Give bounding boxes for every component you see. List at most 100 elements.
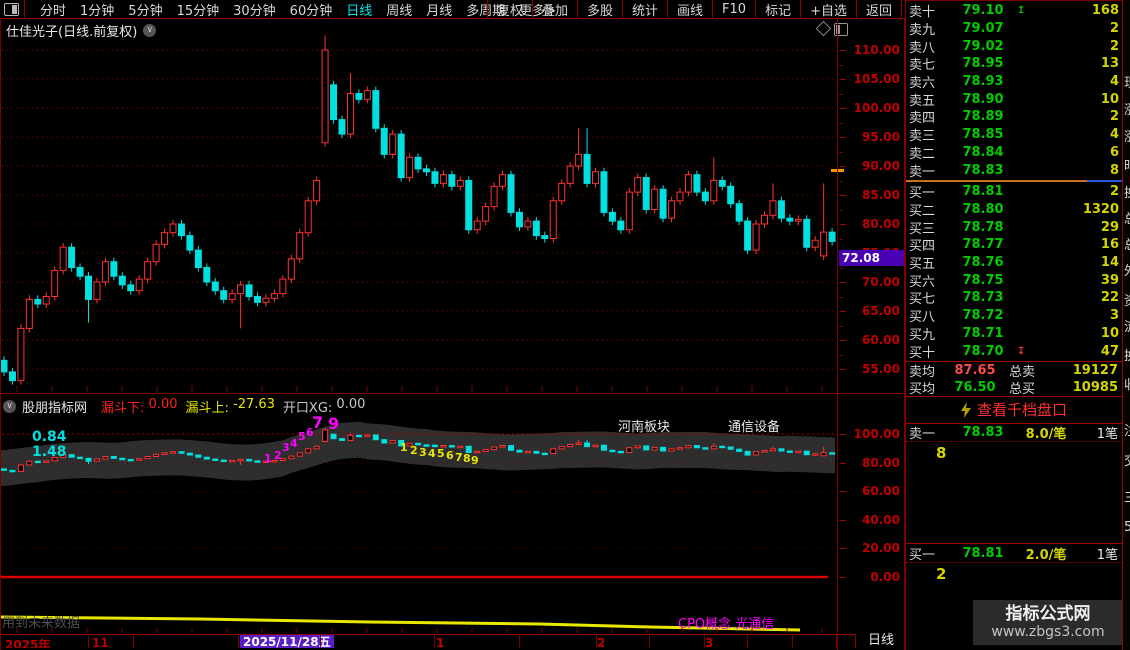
count-down-5: 5 (437, 447, 445, 460)
ask-row-3[interactable]: 卖三78.854 (906, 126, 1123, 144)
bid-row-3-price: 78.78 (949, 220, 1017, 235)
total-sell-value: 19127 (1057, 363, 1122, 378)
ask-row-5[interactable]: 卖五78.9010 (906, 91, 1123, 109)
count-down-7: 7 (455, 451, 463, 464)
axis-tick (792, 635, 793, 649)
ask-row-8[interactable]: 卖八79.022 (906, 37, 1123, 55)
price-label-60.00: 60.00 (852, 333, 900, 347)
ask-row-6-label: 卖六 (906, 72, 949, 91)
bid-row-7[interactable]: 买七78.7322 (906, 289, 1123, 307)
menu-tool-2[interactable]: 多股 (577, 0, 622, 18)
price-label-90.00: 90.00 (852, 159, 900, 173)
chevron-down-icon[interactable]: ∨ (3, 400, 16, 413)
bid-row-2[interactable]: 买二78.801320 (906, 201, 1123, 219)
bid-row-8-volume: 3 (1027, 308, 1123, 323)
bid-row-7-price: 78.73 (949, 290, 1017, 305)
axis-tick (596, 635, 597, 649)
ask-row-4-price: 78.89 (949, 109, 1017, 124)
clipped-glyph-3: 时 (1124, 155, 1130, 174)
thousand-level-link-row[interactable]: 查看千档盘口 (906, 396, 1122, 424)
bid-row-5[interactable]: 买五78.7614 (906, 254, 1123, 272)
axis-minor-tick (840, 94, 843, 95)
axis-tick (840, 369, 846, 370)
ask-row-5-volume: 10 (1027, 92, 1123, 107)
menu-period-7[interactable]: 周线 (386, 0, 412, 19)
bid1-order-count: 1笔 (1075, 544, 1122, 563)
axis-tick (840, 50, 846, 51)
menu-period-4[interactable]: 30分钟 (233, 0, 276, 19)
ask1-per-order: 8.0/笔 (1017, 423, 1075, 442)
chart-title: 仕佳光子(日线.前复权) (6, 21, 137, 40)
axis-tick (320, 635, 321, 649)
ask1-price: 78.83 (949, 425, 1017, 440)
indicator-label-40.00: 40.00 (852, 513, 900, 527)
bid-row-1[interactable]: 买一78.812 (906, 183, 1123, 201)
indicator-field-label-1: 漏斗上: (185, 397, 228, 416)
bid-row-3[interactable]: 买三78.7829 (906, 218, 1123, 236)
axis-tick (840, 166, 846, 167)
ask-row-4[interactable]: 卖四78.892 (906, 108, 1123, 126)
axis-tick (747, 635, 748, 649)
spread-separator-accent (1087, 180, 1123, 182)
bid-row-10[interactable]: 买十78.70↧47 (906, 342, 1123, 360)
bid-row-7-label: 买七 (906, 288, 949, 307)
count-down-2: 2 (410, 444, 418, 457)
price-label-110.00: 110.00 (852, 43, 900, 57)
menu-tool-7[interactable]: +自选 (800, 0, 856, 18)
menu-tool-4[interactable]: 画线 (667, 0, 712, 18)
ask-row-2[interactable]: 卖二78.846 (906, 144, 1123, 162)
menu-tool-1[interactable]: 叠加 (532, 0, 577, 18)
count-up-7: 7 (312, 413, 323, 432)
watermark-url: www.zbgs3.com (991, 624, 1104, 641)
toolbar-divider (24, 0, 25, 18)
count-up-5: 5 (298, 430, 306, 443)
axis-tick (840, 577, 846, 578)
indicator-label-0.00: 0.00 (852, 570, 900, 584)
total-buy-value: 10985 (1057, 380, 1122, 395)
indicator-source[interactable]: 股朋指标网 (22, 397, 87, 416)
ask-row-6[interactable]: 卖六78.934 (906, 73, 1123, 91)
menu-tool-0[interactable]: 复权 (487, 0, 532, 18)
ask-row-2-label: 卖二 (906, 143, 949, 162)
axis-tick (840, 79, 846, 80)
bid-row-6-volume: 39 (1027, 273, 1123, 288)
ask1-detail-row: 卖一 78.83 8.0/笔 1笔 (906, 424, 1122, 442)
menu-period-0[interactable]: 分时 (40, 0, 66, 19)
period-menu: 分时1分钟5分钟15分钟30分钟60分钟日线周线月线多周期更多> (33, 0, 563, 19)
axis-minor-tick (840, 355, 843, 356)
bid-row-8[interactable]: 买八78.723 (906, 307, 1123, 325)
menu-tool-6[interactable]: 标记 (755, 0, 800, 18)
period-indicator[interactable]: 日线 (855, 634, 906, 648)
indicator-label-100.00: 100.00 (852, 427, 900, 441)
menu-tool-5[interactable]: F10 (712, 0, 755, 18)
bid-row-9[interactable]: 买九78.7110 (906, 325, 1123, 343)
bid-row-1-label: 买一 (906, 182, 949, 201)
menu-period-5[interactable]: 60分钟 (290, 0, 333, 19)
indicator-value-1: 0.84 (32, 430, 67, 445)
bid-row-5-label: 买五 (906, 253, 949, 272)
thousand-level-link[interactable]: 查看千档盘口 (977, 399, 1067, 420)
chevron-down-icon[interactable]: ∨ (143, 24, 156, 37)
ask-row-1[interactable]: 卖一78.838 (906, 161, 1123, 179)
axis-tick (840, 311, 846, 312)
count-down-4: 4 (428, 447, 436, 460)
menu-period-1[interactable]: 1分钟 (80, 0, 114, 19)
axis-tick (133, 635, 134, 649)
bid-row-4[interactable]: 买四78.7716 (906, 236, 1123, 254)
count-up-4: 4 (290, 437, 298, 450)
menu-period-6[interactable]: 日线 (346, 0, 372, 19)
ask-row-9[interactable]: 卖九79.072 (906, 20, 1123, 38)
indicator-left-values: 0.84 1.48 (32, 430, 67, 460)
menu-period-2[interactable]: 5分钟 (128, 0, 162, 19)
bid-row-3-volume: 29 (1027, 220, 1123, 235)
window-icon[interactable] (4, 3, 19, 16)
sell-average-row: 卖均 87.65 总卖 19127 (906, 362, 1122, 379)
ask-row-10[interactable]: 卖十79.10↥168 (906, 2, 1123, 20)
menu-period-3[interactable]: 15分钟 (177, 0, 220, 19)
menu-period-8[interactable]: 月线 (426, 0, 452, 19)
ask-row-7[interactable]: 卖七78.9513 (906, 55, 1123, 73)
menu-tool-3[interactable]: 统计 (622, 0, 667, 18)
bid-row-6[interactable]: 买六78.7539 (906, 272, 1123, 290)
clipped-glyph-14: 三 (1124, 487, 1130, 506)
menu-tool-8[interactable]: 返回 (856, 0, 902, 18)
